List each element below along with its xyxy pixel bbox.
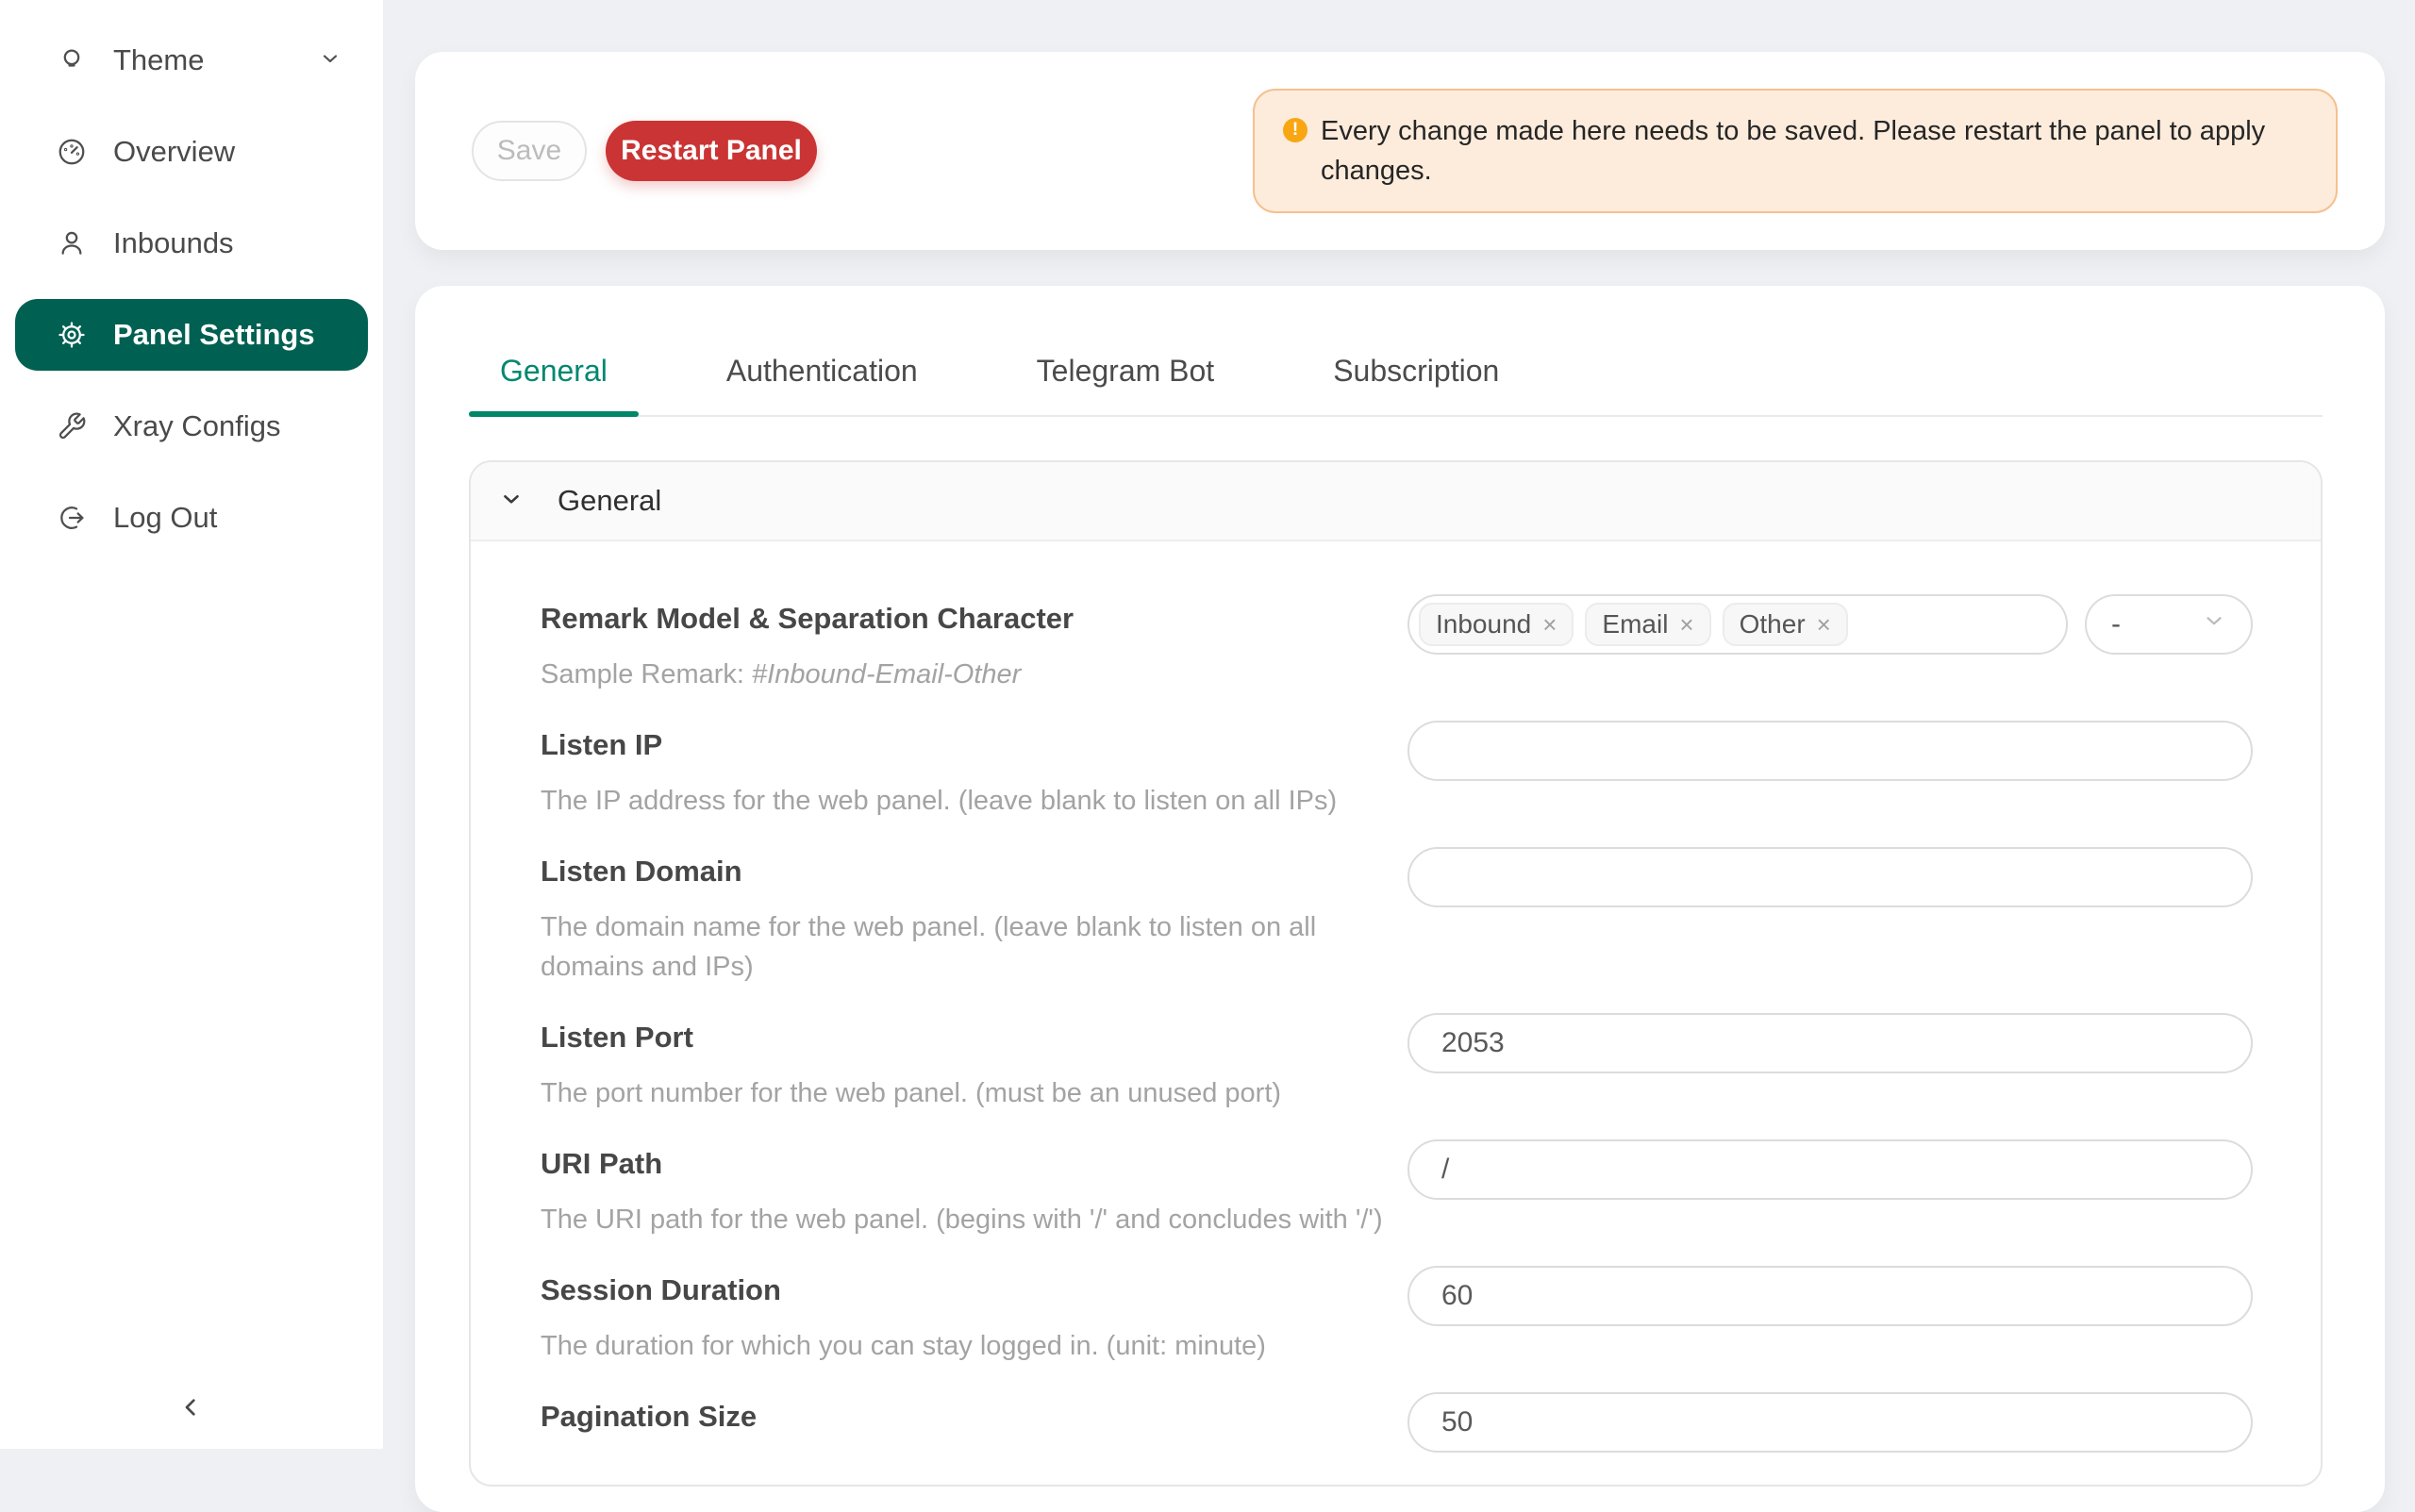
sidebar-item-overview[interactable]: Overview — [15, 116, 368, 188]
general-collapse-panel: General Remark Model & Separation Charac… — [469, 460, 2323, 1487]
session-duration-desc: The duration for which you can stay logg… — [541, 1326, 1407, 1366]
listen-ip-desc: The IP address for the web panel. (leave… — [541, 781, 1407, 821]
form-row-uri-path: URI Path The URI path for the web panel.… — [541, 1145, 2253, 1239]
save-button[interactable]: Save — [472, 121, 587, 181]
chevron-left-icon — [175, 1392, 206, 1427]
listen-ip-input[interactable] — [1407, 721, 2253, 781]
sidebar: Theme Overview Inbounds — [0, 0, 383, 1449]
sidebar-item-panel-settings[interactable]: Panel Settings — [15, 299, 368, 371]
uri-path-label: URI Path — [541, 1147, 1407, 1181]
tab-authentication[interactable]: Authentication — [695, 354, 949, 415]
settings-card: General Authentication Telegram Bot Subs… — [415, 286, 2385, 1512]
sidebar-item-label: Overview — [113, 135, 235, 169]
listen-domain-label: Listen Domain — [541, 855, 1407, 889]
user-icon — [57, 228, 87, 258]
separation-character-select[interactable]: - — [2085, 594, 2253, 655]
remark-model-label: Remark Model & Separation Character — [541, 602, 1407, 636]
separator-value: - — [2111, 608, 2121, 640]
listen-domain-desc: The domain name for the web panel. (leav… — [541, 907, 1371, 987]
uri-path-input[interactable] — [1407, 1139, 2253, 1200]
tag-other: Other× — [1723, 603, 1848, 646]
listen-port-label: Listen Port — [541, 1021, 1407, 1055]
listen-port-desc: The port number for the web panel. (must… — [541, 1073, 1407, 1113]
tab-telegram-bot[interactable]: Telegram Bot — [1006, 354, 1246, 415]
form-row-listen-domain: Listen Domain The domain name for the we… — [541, 853, 2253, 987]
session-duration-input[interactable] — [1407, 1266, 2253, 1326]
form-row-listen-ip: Listen IP The IP address for the web pan… — [541, 726, 2253, 821]
sidebar-menu: Theme Overview Inbounds — [0, 0, 383, 554]
remove-tag-icon[interactable]: × — [1817, 610, 1831, 640]
remove-tag-icon[interactable]: × — [1542, 610, 1557, 640]
sidebar-item-inbounds[interactable]: Inbounds — [15, 208, 368, 279]
tag-inbound: Inbound× — [1419, 603, 1574, 646]
session-duration-label: Session Duration — [541, 1273, 1407, 1307]
pagination-size-input[interactable] — [1407, 1392, 2253, 1453]
content-area: Save Restart Panel ! Every change made h… — [383, 0, 2415, 1449]
general-panel-header[interactable]: General — [471, 462, 2321, 541]
pagination-size-label: Pagination Size — [541, 1400, 1407, 1434]
panel-section-title: General — [558, 484, 661, 518]
form-row-remark-model: Remark Model & Separation Character Samp… — [541, 600, 2253, 694]
form-row-listen-port: Listen Port The port number for the web … — [541, 1019, 2253, 1113]
chevron-down-icon — [499, 487, 524, 516]
sidebar-item-label: Theme — [113, 43, 204, 77]
settings-tabs: General Authentication Telegram Bot Subs… — [469, 354, 2323, 417]
chevron-down-icon — [319, 43, 341, 77]
form-row-pagination-size: Pagination Size — [541, 1398, 2253, 1453]
remark-model-sample: Sample Remark: #Inbound-Email-Other — [541, 655, 1407, 694]
sidebar-item-label: Log Out — [113, 501, 217, 535]
form-row-session-duration: Session Duration The duration for which … — [541, 1271, 2253, 1366]
chevron-down-icon — [2202, 608, 2226, 640]
sidebar-item-theme[interactable]: Theme — [15, 25, 368, 96]
sidebar-collapse-button[interactable] — [172, 1390, 209, 1428]
sidebar-item-label: Xray Configs — [113, 409, 280, 443]
sidebar-item-log-out[interactable]: Log Out — [15, 482, 368, 554]
dashboard-icon — [57, 137, 87, 167]
remove-tag-icon[interactable]: × — [1679, 610, 1693, 640]
uri-path-desc: The URI path for the web panel. (begins … — [541, 1200, 1407, 1239]
alert-message: Every change made here needs to be saved… — [1321, 111, 2307, 191]
listen-port-input[interactable] — [1407, 1013, 2253, 1073]
listen-ip-label: Listen IP — [541, 728, 1407, 762]
sidebar-item-label: Panel Settings — [113, 318, 315, 352]
tab-subscription[interactable]: Subscription — [1302, 354, 1530, 415]
wrench-icon — [57, 411, 87, 441]
warning-icon: ! — [1283, 118, 1307, 142]
tag-email: Email× — [1585, 603, 1710, 646]
listen-domain-input[interactable] — [1407, 847, 2253, 907]
gear-icon — [57, 320, 87, 350]
restart-panel-button[interactable]: Restart Panel — [606, 121, 817, 181]
actions-card: Save Restart Panel ! Every change made h… — [415, 52, 2385, 250]
logout-icon — [57, 503, 87, 533]
restart-warning-alert: ! Every change made here needs to be sav… — [1253, 89, 2338, 213]
sidebar-item-xray-configs[interactable]: Xray Configs — [15, 390, 368, 462]
remark-model-tags-input[interactable]: Inbound× Email× Other× — [1407, 594, 2068, 655]
bulb-icon — [57, 45, 87, 75]
general-form: Remark Model & Separation Character Samp… — [471, 541, 2321, 1453]
sidebar-item-label: Inbounds — [113, 226, 234, 260]
tab-general[interactable]: General — [469, 354, 639, 415]
